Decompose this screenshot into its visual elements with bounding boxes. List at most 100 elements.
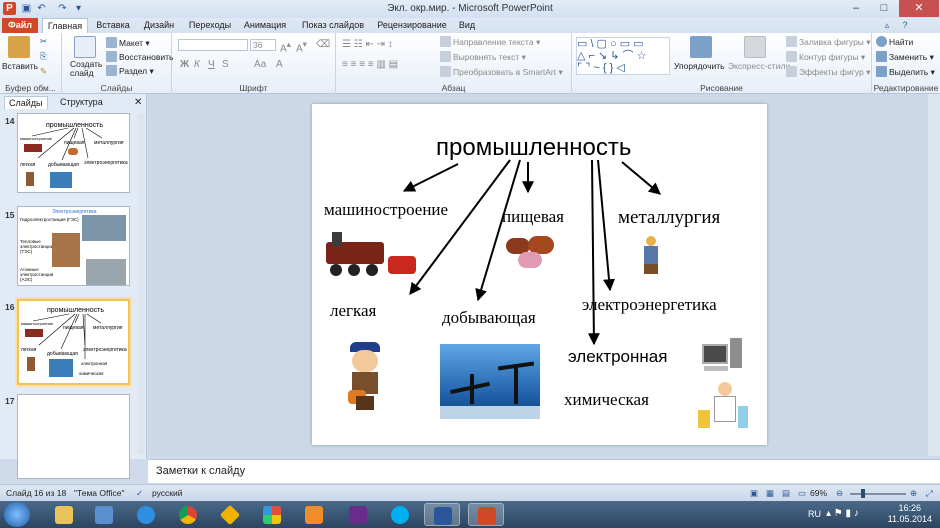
ribbon-minimize-icon[interactable]: ▵: [880, 18, 894, 33]
taskbar-powerpoint[interactable]: [468, 503, 504, 526]
taskbar-app[interactable]: [86, 503, 122, 526]
paste-icon[interactable]: [8, 36, 30, 58]
align-icons[interactable]: ≡ ≡ ≡ ≡ ▥ ▤: [342, 59, 398, 70]
grow-font-icon[interactable]: A▴: [280, 39, 291, 54]
section-button[interactable]: Раздел ▾: [106, 65, 154, 77]
taskbar-app[interactable]: [254, 503, 290, 526]
replace-button[interactable]: Заменить ▾: [876, 51, 934, 63]
normal-view-icon[interactable]: ▣: [750, 488, 758, 499]
taskbar-video[interactable]: [340, 503, 376, 526]
tab-insert[interactable]: Вставка: [92, 18, 134, 33]
tab-home[interactable]: Главная: [42, 18, 88, 33]
thumb-arrows: [31, 127, 103, 161]
tab-transitions[interactable]: Переходы: [186, 18, 234, 33]
underline-button[interactable]: Ч: [208, 59, 215, 70]
font-name-combo[interactable]: [178, 39, 248, 51]
tab-review[interactable]: Рецензирование: [374, 18, 450, 33]
zoom-level[interactable]: 69%: [810, 488, 827, 498]
slide-thumbnail-14[interactable]: промышленность машиностроение пищевая ме…: [17, 113, 130, 193]
shape-fill-button[interactable]: Заливка фигуры ▾: [786, 36, 871, 48]
taskbar-skype[interactable]: [382, 503, 418, 526]
zoom-slider[interactable]: [850, 493, 906, 495]
clock[interactable]: 16:26 11.05.2014: [888, 503, 932, 525]
theme-name[interactable]: "Тема Office": [74, 488, 124, 498]
select-button[interactable]: Выделить ▾: [876, 66, 935, 78]
slide-number: 16: [5, 302, 15, 312]
tab-design[interactable]: Дизайн: [138, 18, 180, 33]
shapes-gallery[interactable]: ▭ \ ▢ ○ ▭ ▭ △ ⌐ ↘ ↳ ⌒ ☆ ⌜ ⌝ ~ { } ◁: [576, 37, 670, 75]
smartart-button[interactable]: Преобразовать в SmartArt ▾: [440, 66, 563, 78]
shape-outline-button[interactable]: Контур фигуры ▾: [786, 51, 865, 63]
paste-button[interactable]: Вставить: [2, 61, 38, 71]
find-button[interactable]: Найти: [876, 36, 913, 47]
app-icon: [95, 506, 113, 524]
taskbar-media[interactable]: [296, 503, 332, 526]
shrink-font-icon[interactable]: A▾: [296, 39, 307, 54]
clear-format-icon[interactable]: ⌫: [316, 39, 330, 50]
tab-view[interactable]: Вид: [454, 18, 480, 33]
taskbar-app[interactable]: [212, 503, 248, 526]
sorter-view-icon[interactable]: ▦: [766, 488, 774, 499]
strikethrough-button[interactable]: S: [222, 59, 229, 70]
shape-effects-button[interactable]: Эффекты фигур ▾: [786, 66, 870, 78]
font-color-icon[interactable]: A: [276, 59, 283, 70]
tab-slides[interactable]: Слайды: [4, 96, 48, 109]
taskbar-chrome[interactable]: [170, 503, 206, 526]
keyboard-language[interactable]: RU: [808, 509, 821, 519]
zoom-out-icon[interactable]: ⊖: [836, 488, 843, 499]
cut-icon[interactable]: ✂: [40, 36, 47, 47]
align-text-button[interactable]: Выровнять текст ▾: [440, 51, 526, 63]
slideshow-view-icon[interactable]: ▭: [798, 488, 806, 499]
quick-styles-button[interactable]: Экспресс-стили: [728, 61, 790, 71]
copy-icon[interactable]: ⎘: [40, 51, 47, 62]
oil-pumps-image: [440, 344, 540, 419]
arrange-button[interactable]: Упорядочить: [674, 61, 725, 71]
maximize-button[interactable]: □: [870, 0, 898, 17]
font-size-combo[interactable]: 36: [250, 39, 276, 51]
thumb-item: Гидроэлектростанция (ГЭС): [20, 217, 79, 222]
minimize-button[interactable]: –: [842, 0, 870, 17]
canvas-scrollbar[interactable]: [928, 94, 940, 456]
reading-view-icon[interactable]: ▤: [782, 488, 790, 499]
start-button[interactable]: [4, 502, 30, 527]
slide-thumbnail-15[interactable]: Электроэнергетика Гидроэлектростанция (Г…: [17, 206, 130, 286]
change-case-button[interactable]: Aa: [254, 59, 266, 70]
taskbar-word[interactable]: [424, 503, 460, 526]
arrange-icon[interactable]: [690, 36, 712, 58]
notes-placeholder[interactable]: Заметки к слайду: [156, 465, 245, 477]
help-icon[interactable]: ?: [898, 18, 912, 33]
layout-button[interactable]: Макет ▾: [106, 37, 150, 49]
zoom-in-icon[interactable]: ⊕: [910, 488, 917, 499]
pane-close-icon[interactable]: ✕: [130, 96, 146, 109]
text-direction-button[interactable]: Направление текста ▾: [440, 36, 540, 48]
replace-icon: [876, 51, 887, 62]
spellcheck-icon[interactable]: ✓: [136, 488, 143, 499]
language-indicator[interactable]: русский: [152, 488, 183, 498]
slide-thumbnail-17[interactable]: [17, 394, 130, 479]
slide-thumbnail-16[interactable]: промышленность машиностроение пищевая ме…: [15, 297, 132, 387]
format-painter-icon[interactable]: ✎: [40, 66, 47, 77]
fit-window-icon[interactable]: ⤢: [926, 488, 933, 499]
italic-button[interactable]: К: [194, 59, 200, 70]
layout-icon: [106, 37, 117, 48]
slide[interactable]: промышленность машиностроение пищевая ме…: [312, 104, 767, 445]
notes-pane[interactable]: Заметки к слайду: [148, 459, 940, 483]
quick-styles-icon[interactable]: [744, 36, 766, 58]
bold-button[interactable]: Ж: [180, 59, 189, 70]
tab-outline[interactable]: Структура: [56, 96, 107, 109]
zoom-slider-thumb[interactable]: [861, 489, 865, 498]
taskbar-explorer[interactable]: [46, 503, 82, 526]
tab-file[interactable]: Файл: [2, 18, 38, 33]
taskbar-ie[interactable]: [128, 503, 164, 526]
new-slide-icon[interactable]: [74, 36, 96, 58]
close-button[interactable]: ✕: [899, 0, 939, 17]
reset-button[interactable]: Восстановить: [106, 51, 173, 62]
bullets-icon[interactable]: ☰ ☷ ⇤ ⇥ ↕: [342, 39, 393, 50]
tab-slideshow[interactable]: Показ слайдов: [298, 18, 368, 33]
slides-group-label: Слайды: [100, 83, 133, 93]
tab-animation[interactable]: Анимация: [240, 18, 290, 33]
tray-icons[interactable]: ▴ ⚑ ▮ ♪: [826, 508, 859, 519]
new-slide-button[interactable]: Создать слайд: [70, 60, 104, 78]
shape-outline-icon: [786, 51, 797, 62]
pane-scrollbar[interactable]: [137, 114, 145, 454]
